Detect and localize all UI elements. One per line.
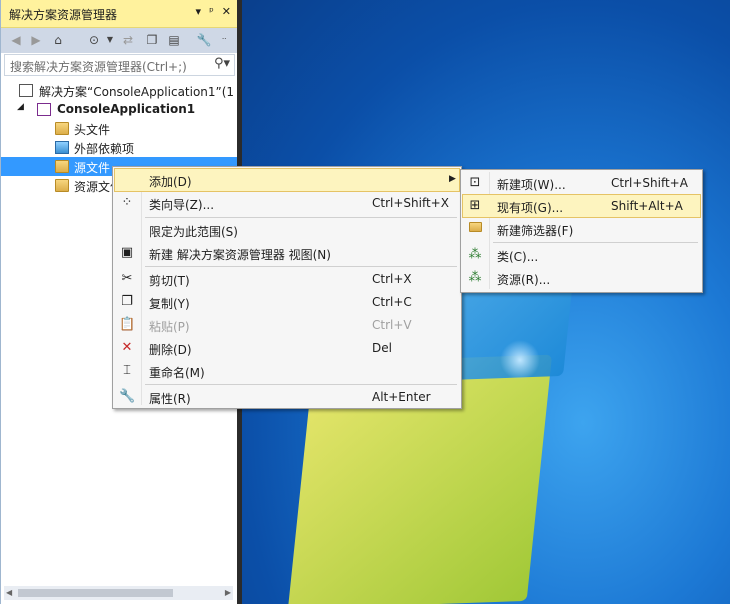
search-icon[interactable]: ⚲▾ (214, 56, 230, 71)
delete-icon: ✕ (121, 340, 133, 355)
new-item-icon: ⊡ (469, 175, 481, 190)
menu-item-shortcut: Ctrl+X (372, 272, 412, 286)
menu-item-label: 新建项(W)... (497, 178, 566, 192)
scissors-icon: ✂ (121, 271, 133, 286)
expand-arrow-icon[interactable]: ◢ (17, 102, 24, 112)
menu-item-shortcut: Del (372, 341, 392, 355)
solution-icon (19, 84, 33, 97)
menu-item-properties[interactable]: 🔧 属性(R) Alt+Enter (115, 386, 459, 408)
overflow-icon[interactable]: ᐧᐧ (215, 32, 233, 48)
menu-item-shortcut: Ctrl+V (372, 318, 412, 332)
chevron-down-icon[interactable]: ▼ (101, 32, 119, 48)
panel-toolbar: ◀ ▶ ⌂ ⊙ ▼ ⇄ ❐ ▤ 🔧 ᐧᐧ (1, 28, 237, 53)
menu-item-label: 添加(D) (149, 175, 192, 189)
menu-item-label: 类向导(Z)... (149, 198, 215, 212)
submenu-arrow-icon: ▶ (449, 174, 456, 184)
external-dependencies-icon (55, 141, 69, 154)
submenu-item-class[interactable]: ⁂ 类(C)... (463, 244, 700, 266)
menu-item-shortcut: Ctrl+C (372, 295, 412, 309)
menu-item-label: 属性(R) (149, 392, 191, 406)
project-icon (37, 103, 51, 116)
folder-icon (55, 179, 69, 192)
menu-item-label: 删除(D) (149, 343, 192, 357)
tree-item[interactable]: 头文件 (1, 119, 237, 138)
panel-title-bar[interactable]: 解决方案资源管理器 ▾ ᵖ ✕ (1, 0, 237, 28)
menu-item-label: 重命名(M) (149, 366, 205, 380)
tree-item-label: 外部依赖项 (74, 142, 135, 156)
home-icon[interactable]: ⌂ (49, 32, 67, 48)
dropdown-icon[interactable]: ▾ (196, 5, 202, 18)
horizontal-scrollbar[interactable]: ◀ ▶ (4, 586, 233, 600)
properties-icon[interactable]: 🔧 (195, 32, 213, 48)
menu-item-paste[interactable]: 📋 粘贴(P) Ctrl+V (115, 314, 459, 336)
menu-item-label: 限定为此范围(S) (149, 225, 238, 239)
paste-icon: 📋 (119, 317, 136, 332)
rename-icon: ⌶ (123, 363, 131, 378)
menu-item-shortcut: Alt+Enter (372, 390, 431, 404)
existing-item-icon: ⊞ (469, 198, 481, 213)
menu-item-rename[interactable]: ⌶ 重命名(M) (115, 360, 459, 382)
solution-label: 解决方案“ConsoleApplication1”(1 (39, 85, 235, 99)
folder-icon (55, 160, 69, 173)
project-label: ConsoleApplication1 (57, 102, 196, 116)
close-icon[interactable]: ✕ (222, 5, 231, 18)
menu-item-label: 复制(Y) (149, 297, 190, 311)
resource-icon: ⁂ (468, 270, 482, 285)
submenu-item-new-item[interactable]: ⊡ 新建项(W)... Ctrl+Shift+A (463, 172, 700, 194)
light-glow (500, 340, 540, 380)
copy-icon: ❐ (121, 294, 133, 309)
menu-item-shortcut: Ctrl+Shift+A (611, 176, 688, 190)
menu-item-label: 现有项(G)... (497, 201, 564, 215)
search-placeholder: 搜索解决方案资源管理器(Ctrl+;) (10, 60, 187, 74)
collapse-all-icon[interactable]: ❐ (143, 32, 161, 48)
menu-item-copy[interactable]: ❐ 复制(Y) Ctrl+C (115, 291, 459, 313)
scroll-right-icon[interactable]: ▶ (225, 588, 231, 597)
menu-item-class-wizard[interactable]: ⁘ 类向导(Z)... Ctrl+Shift+X (115, 192, 459, 214)
menu-item-delete[interactable]: ✕ 删除(D) Del (115, 337, 459, 359)
new-view-icon: ▣ (120, 245, 134, 260)
tree-item-label: 头文件 (74, 123, 111, 137)
submenu-item-new-filter[interactable]: 新建筛选器(F) (463, 218, 700, 240)
back-icon[interactable]: ◀ (7, 32, 25, 48)
submenu-item-resource[interactable]: ⁂ 资源(R)... (463, 267, 700, 289)
menu-separator (145, 384, 457, 385)
panel-title: 解决方案资源管理器 (9, 8, 118, 22)
wrench-icon: 🔧 (119, 389, 136, 404)
menu-item-new-view[interactable]: ▣ 新建 解决方案资源管理器 视图(N) (115, 242, 459, 264)
add-submenu: ⊡ 新建项(W)... Ctrl+Shift+A ⊞ 现有项(G)... Shi… (460, 169, 703, 293)
folder-icon (467, 221, 483, 237)
pin-icon[interactable]: ᵖ (209, 5, 214, 18)
tree-item-label: 源文件 (74, 161, 111, 175)
forward-icon[interactable]: ▶ (27, 32, 45, 48)
menu-separator (145, 217, 457, 218)
menu-item-scope-to-this[interactable]: 限定为此范围(S) (115, 219, 459, 241)
menu-item-label: 粘贴(P) (149, 320, 190, 334)
menu-item-label: 剪切(T) (149, 274, 190, 288)
sync-icon[interactable]: ⇄ (119, 32, 137, 48)
context-menu: 添加(D) ▶ ⁘ 类向导(Z)... Ctrl+Shift+X 限定为此范围(… (112, 166, 462, 409)
tree-project-node[interactable]: ◢ ConsoleApplication1 (1, 100, 237, 119)
menu-item-add[interactable]: 添加(D) ▶ (114, 168, 460, 192)
folder-icon (55, 122, 69, 135)
show-all-files-icon[interactable]: ▤ (165, 32, 183, 48)
scroll-left-icon[interactable]: ◀ (6, 588, 12, 597)
menu-item-cut[interactable]: ✂ 剪切(T) Ctrl+X (115, 268, 459, 290)
menu-item-label: 类(C)... (497, 250, 539, 264)
menu-item-shortcut: Ctrl+Shift+X (372, 196, 449, 210)
menu-separator (493, 242, 698, 243)
menu-item-shortcut: Shift+Alt+A (611, 199, 683, 213)
class-icon: ⁂ (468, 247, 482, 262)
menu-separator (145, 266, 457, 267)
submenu-item-existing-item[interactable]: ⊞ 现有项(G)... Shift+Alt+A (462, 194, 701, 218)
menu-item-label: 新建 解决方案资源管理器 视图(N) (149, 248, 331, 262)
scrollbar-thumb[interactable] (18, 589, 173, 597)
menu-item-label: 资源(R)... (497, 273, 551, 287)
search-input[interactable]: 搜索解决方案资源管理器(Ctrl+;) ⚲▾ (4, 54, 235, 76)
tree-item[interactable]: 外部依赖项 (1, 138, 237, 157)
tree-solution-node[interactable]: 解决方案“ConsoleApplication1”(1 (1, 81, 237, 100)
class-wizard-icon: ⁘ (121, 195, 133, 210)
menu-item-label: 新建筛选器(F) (497, 224, 574, 238)
